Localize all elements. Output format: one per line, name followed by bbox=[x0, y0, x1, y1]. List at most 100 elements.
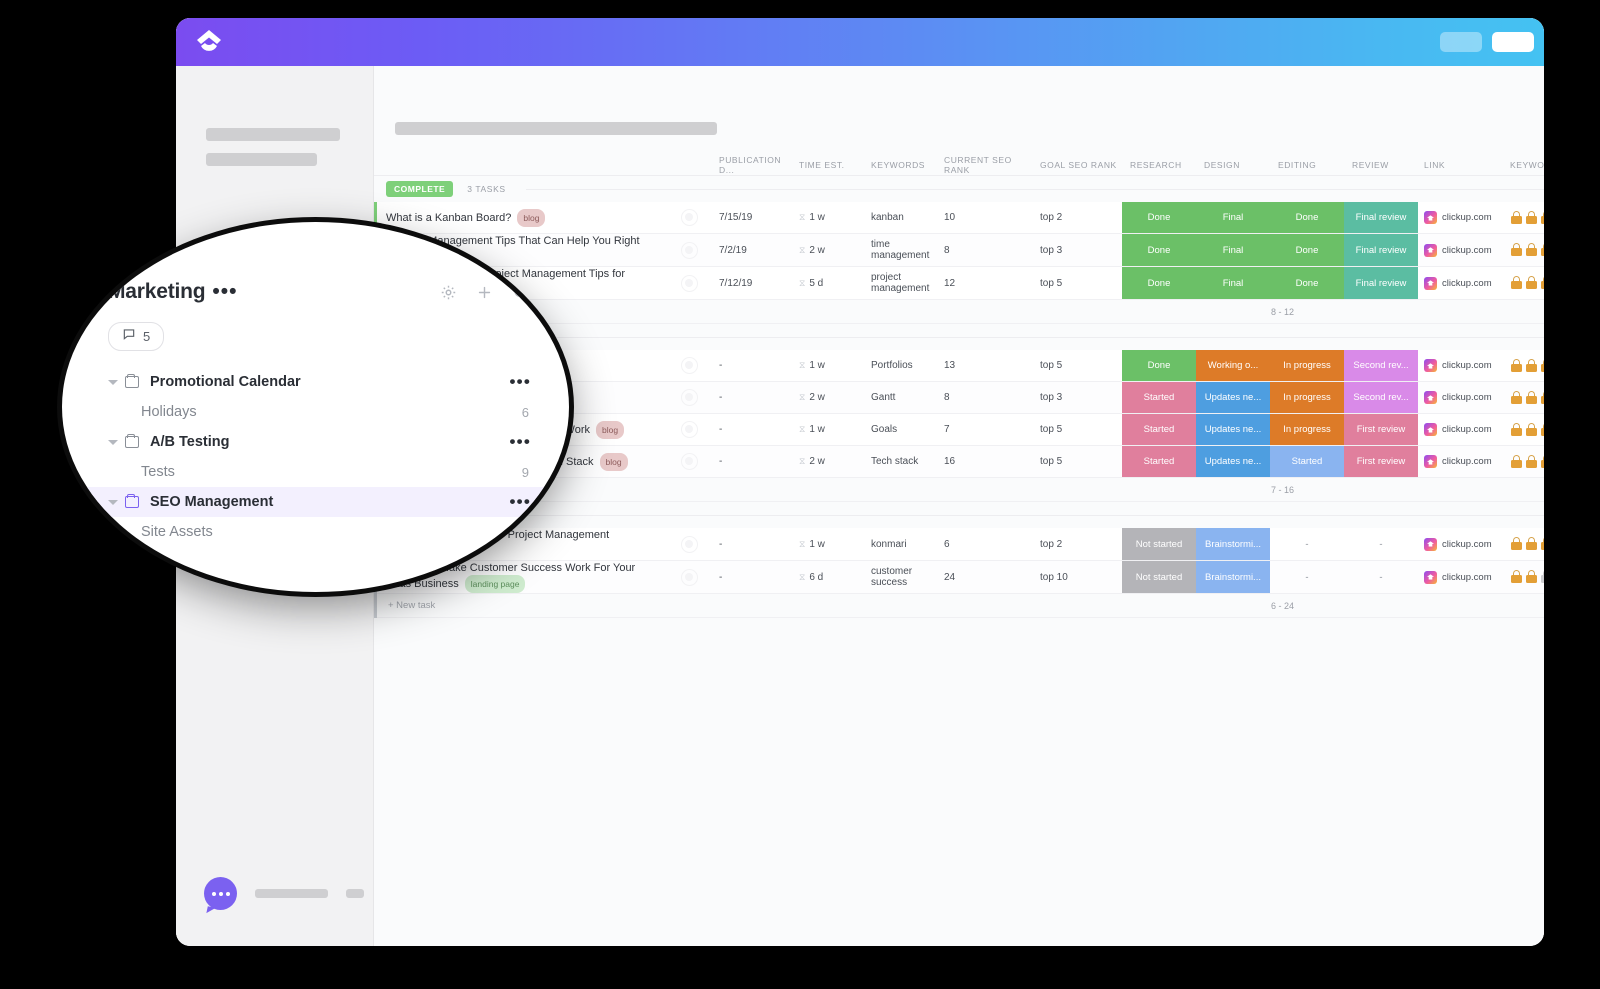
keywords-cell[interactable]: time management bbox=[871, 234, 944, 266]
column-header-research[interactable]: RESEARCH bbox=[1122, 160, 1196, 170]
design-cell[interactable]: Brainstormi... bbox=[1196, 528, 1270, 560]
editing-cell[interactable]: Done bbox=[1270, 267, 1344, 299]
current-seo-rank-cell[interactable]: 8 bbox=[944, 234, 1040, 266]
time-estimate-cell[interactable]: ⧖ 1 w bbox=[799, 202, 871, 233]
time-estimate-cell[interactable]: ⧖ 1 w bbox=[799, 414, 871, 445]
current-seo-rank-cell[interactable]: 8 bbox=[944, 382, 1040, 413]
time-estimate-cell[interactable]: ⧖ 2 w bbox=[799, 234, 871, 266]
goal-seo-rank-cell[interactable]: top 5 bbox=[1040, 414, 1122, 445]
link-cell[interactable]: clickup.com bbox=[1418, 561, 1510, 593]
editing-cell[interactable]: In progress bbox=[1270, 350, 1344, 381]
keywords-cell[interactable]: Gantt bbox=[871, 382, 944, 413]
goal-seo-rank-cell[interactable]: top 10 bbox=[1040, 561, 1122, 593]
current-seo-rank-cell[interactable]: 24 bbox=[944, 561, 1040, 593]
review-cell[interactable]: - bbox=[1344, 561, 1418, 593]
design-cell[interactable]: Final bbox=[1196, 234, 1270, 266]
review-cell[interactable]: Final review bbox=[1344, 234, 1418, 266]
time-estimate-cell[interactable]: ⧖ 6 d bbox=[799, 561, 871, 593]
publication-date-cell[interactable]: - bbox=[719, 350, 799, 381]
assignee-cell[interactable] bbox=[659, 446, 719, 477]
gear-icon[interactable] bbox=[440, 284, 457, 301]
sidebar-item-promotional-calendar[interactable]: Promotional Calendar ••• bbox=[62, 367, 569, 397]
sidebar-item-seo-management[interactable]: SEO Management ••• bbox=[62, 487, 569, 517]
chevron-down-icon[interactable] bbox=[108, 379, 118, 385]
sidebar-item-tests[interactable]: Tests 9 bbox=[62, 457, 569, 487]
research-cell[interactable]: Started bbox=[1122, 382, 1196, 413]
new-task-row[interactable]: + New task 6 - 24 bbox=[374, 594, 1544, 618]
column-header-design[interactable]: DESIGN bbox=[1196, 160, 1270, 170]
search-icon[interactable] bbox=[512, 284, 529, 301]
design-cell[interactable]: Updates ne... bbox=[1196, 446, 1270, 477]
review-cell[interactable]: Final review bbox=[1344, 202, 1418, 233]
plus-icon[interactable] bbox=[476, 284, 493, 301]
keywords-cell[interactable]: Portfolios bbox=[871, 350, 944, 381]
current-seo-rank-cell[interactable]: 7 bbox=[944, 414, 1040, 445]
assignee-cell[interactable] bbox=[659, 350, 719, 381]
link-cell[interactable]: clickup.com bbox=[1418, 202, 1510, 233]
research-cell[interactable]: Not started bbox=[1122, 561, 1196, 593]
topbar-button-1[interactable] bbox=[1440, 32, 1482, 52]
assignee-cell[interactable] bbox=[659, 414, 719, 445]
research-cell[interactable]: Not started bbox=[1122, 528, 1196, 560]
column-header-time-est[interactable]: TIME EST. bbox=[799, 160, 871, 170]
review-cell[interactable]: First review bbox=[1344, 446, 1418, 477]
goal-seo-rank-cell[interactable]: top 5 bbox=[1040, 267, 1122, 299]
publication-date-cell[interactable]: 7/12/19 bbox=[719, 267, 799, 299]
review-cell[interactable]: - bbox=[1344, 528, 1418, 560]
research-cell[interactable]: Done bbox=[1122, 234, 1196, 266]
design-cell[interactable]: Working o... bbox=[1196, 350, 1270, 381]
editing-cell[interactable]: Done bbox=[1270, 234, 1344, 266]
assignee-cell[interactable] bbox=[659, 382, 719, 413]
column-header-goal-seo-rank[interactable]: GOAL SEO RANK bbox=[1040, 160, 1122, 170]
column-header-keywords[interactable]: KEYWORDS bbox=[871, 160, 944, 170]
link-cell[interactable]: clickup.com bbox=[1418, 446, 1510, 477]
link-cell[interactable]: clickup.com bbox=[1418, 382, 1510, 413]
task-tag[interactable]: blog bbox=[599, 452, 628, 471]
goal-seo-rank-cell[interactable]: top 2 bbox=[1040, 528, 1122, 560]
space-menu-icon[interactable]: ••• bbox=[212, 280, 237, 304]
sidebar-item-a-b-testing[interactable]: A/B Testing ••• bbox=[62, 427, 569, 457]
editing-cell[interactable]: - bbox=[1270, 528, 1344, 560]
goal-seo-rank-cell[interactable]: top 3 bbox=[1040, 382, 1122, 413]
group-status-badge[interactable]: COMPLETE bbox=[386, 181, 454, 197]
publication-date-cell[interactable]: - bbox=[719, 414, 799, 445]
sidebar-item-holidays[interactable]: Holidays 6 bbox=[62, 397, 569, 427]
keywords-cell[interactable]: customer success bbox=[871, 561, 944, 593]
column-header-editing[interactable]: EDITING bbox=[1270, 160, 1344, 170]
publication-date-cell[interactable]: 7/2/19 bbox=[719, 234, 799, 266]
current-seo-rank-cell[interactable]: 16 bbox=[944, 446, 1040, 477]
time-estimate-cell[interactable]: ⧖ 2 w bbox=[799, 446, 871, 477]
column-header-publication[interactable]: PUBLICATION D... bbox=[719, 155, 799, 175]
review-cell[interactable]: First review bbox=[1344, 414, 1418, 445]
goal-seo-rank-cell[interactable]: top 5 bbox=[1040, 350, 1122, 381]
research-cell[interactable]: Done bbox=[1122, 267, 1196, 299]
editing-cell[interactable]: In progress bbox=[1270, 382, 1344, 413]
editing-cell[interactable]: - bbox=[1270, 561, 1344, 593]
design-cell[interactable]: Final bbox=[1196, 267, 1270, 299]
clickup-logo-icon[interactable] bbox=[194, 27, 224, 57]
assignee-cell[interactable] bbox=[659, 234, 719, 266]
current-seo-rank-cell[interactable]: 13 bbox=[944, 350, 1040, 381]
sidebar-item-menu-icon[interactable]: ••• bbox=[510, 492, 569, 512]
current-seo-rank-cell[interactable]: 12 bbox=[944, 267, 1040, 299]
chat-bubble-icon[interactable] bbox=[204, 877, 237, 910]
sidebar-item-menu-icon[interactable]: ••• bbox=[510, 372, 569, 392]
column-header-review[interactable]: REVIEW bbox=[1344, 160, 1418, 170]
new-task-label[interactable]: + New task bbox=[374, 600, 891, 611]
keywords-cell[interactable]: kanban bbox=[871, 202, 944, 233]
time-estimate-cell[interactable]: ⧖ 2 w bbox=[799, 382, 871, 413]
publication-date-cell[interactable]: - bbox=[719, 561, 799, 593]
keywords-cell[interactable]: Goals bbox=[871, 414, 944, 445]
time-estimate-cell[interactable]: ⧖ 5 d bbox=[799, 267, 871, 299]
column-header-keyword-difficulty[interactable]: KEYWORD DIFFI... bbox=[1510, 160, 1544, 170]
editing-cell[interactable]: Done bbox=[1270, 202, 1344, 233]
link-cell[interactable]: clickup.com bbox=[1418, 234, 1510, 266]
sidebar-item-menu-icon[interactable]: ••• bbox=[510, 432, 569, 452]
comment-count-badge[interactable]: 5 bbox=[108, 322, 165, 351]
publication-date-cell[interactable]: - bbox=[719, 446, 799, 477]
research-cell[interactable]: Started bbox=[1122, 446, 1196, 477]
publication-date-cell[interactable]: 7/15/19 bbox=[719, 202, 799, 233]
link-cell[interactable]: clickup.com bbox=[1418, 267, 1510, 299]
goal-seo-rank-cell[interactable]: top 3 bbox=[1040, 234, 1122, 266]
review-cell[interactable]: Second rev... bbox=[1344, 350, 1418, 381]
